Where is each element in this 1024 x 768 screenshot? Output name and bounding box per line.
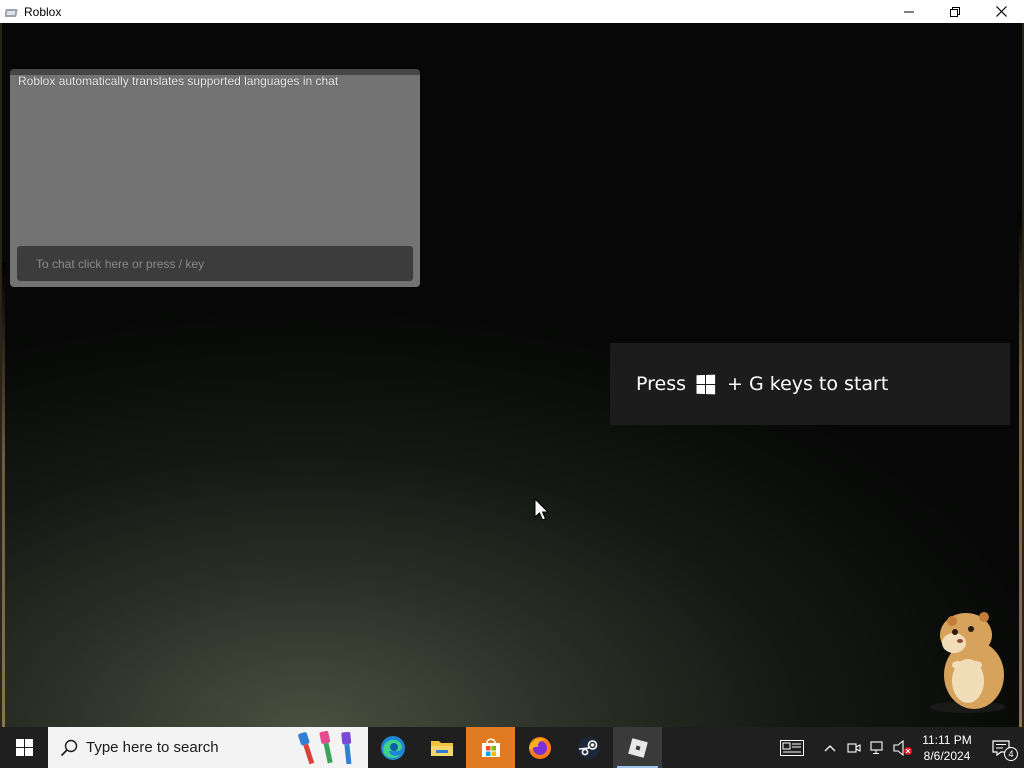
taskbar-search-box[interactable]: Type here to search bbox=[48, 727, 368, 768]
viewport-edge-right bbox=[1019, 213, 1022, 727]
windows-key-icon bbox=[696, 374, 716, 394]
viewport-edge-left bbox=[2, 263, 5, 727]
news-widget-button[interactable] bbox=[766, 727, 818, 768]
restore-button[interactable] bbox=[932, 0, 978, 23]
taskbar-app-edge[interactable] bbox=[368, 727, 417, 768]
game-bar-toast: Press + G keys to start bbox=[610, 343, 1010, 425]
roblox-window-icon bbox=[4, 6, 19, 18]
taskbar: Type here to search 11:11 PM 8/6/2024 4 bbox=[0, 727, 1024, 768]
restore-icon bbox=[950, 6, 960, 17]
camera-icon bbox=[847, 742, 861, 753]
window-titlebar[interactable]: Roblox bbox=[0, 0, 1024, 23]
chevron-up-icon bbox=[824, 744, 836, 751]
edge-icon bbox=[380, 735, 405, 760]
volume-muted-icon bbox=[893, 739, 912, 756]
mouse-cursor-icon bbox=[534, 498, 550, 521]
toast-suffix: + G keys to start bbox=[727, 373, 889, 395]
meet-now-button[interactable] bbox=[842, 727, 866, 768]
taskbar-app-store[interactable] bbox=[466, 727, 515, 768]
taskbar-app-steam[interactable] bbox=[564, 727, 613, 768]
search-placeholder: Type here to search bbox=[86, 739, 219, 756]
search-icon bbox=[60, 739, 78, 756]
news-icon bbox=[780, 739, 804, 756]
action-center-button[interactable]: 4 bbox=[978, 727, 1024, 768]
clock-date: 8/6/2024 bbox=[923, 748, 971, 763]
chat-window: Roblox automatically translates supporte… bbox=[10, 69, 420, 287]
chat-system-message: Roblox automatically translates supporte… bbox=[18, 74, 339, 88]
hamster-character-icon bbox=[930, 612, 1006, 713]
window-controls bbox=[886, 0, 1024, 23]
close-icon bbox=[995, 6, 1007, 17]
folder-icon bbox=[430, 740, 453, 756]
paintbrushes-icon bbox=[298, 730, 352, 765]
system-tray: 11:11 PM 8/6/2024 4 bbox=[766, 727, 1024, 768]
start-button[interactable] bbox=[0, 727, 48, 768]
firefox-icon bbox=[528, 736, 551, 759]
volume-button[interactable] bbox=[890, 727, 916, 768]
store-icon bbox=[481, 737, 500, 757]
roblox-icon bbox=[627, 737, 648, 758]
taskbar-app-roblox[interactable] bbox=[613, 727, 662, 768]
toast-prefix: Press bbox=[636, 373, 687, 395]
taskbar-app-file-explorer[interactable] bbox=[417, 727, 466, 768]
minimize-icon bbox=[904, 11, 914, 12]
show-hidden-icons-button[interactable] bbox=[818, 727, 842, 768]
game-viewport[interactable]: Roblox automatically translates supporte… bbox=[0, 23, 1024, 727]
steam-icon bbox=[577, 736, 600, 759]
window-title: Roblox bbox=[24, 4, 62, 19]
network-icon bbox=[870, 740, 883, 754]
close-button[interactable] bbox=[978, 0, 1024, 23]
clock-time: 11:11 PM bbox=[922, 732, 972, 747]
taskbar-clock[interactable]: 11:11 PM 8/6/2024 bbox=[916, 727, 978, 768]
minimize-button[interactable] bbox=[886, 0, 932, 23]
chat-input[interactable]: To chat click here or press / key bbox=[17, 246, 413, 281]
network-button[interactable] bbox=[866, 727, 890, 768]
notification-count-badge: 4 bbox=[1004, 747, 1018, 761]
windows-start-icon bbox=[15, 739, 33, 756]
taskbar-app-firefox[interactable] bbox=[515, 727, 564, 768]
